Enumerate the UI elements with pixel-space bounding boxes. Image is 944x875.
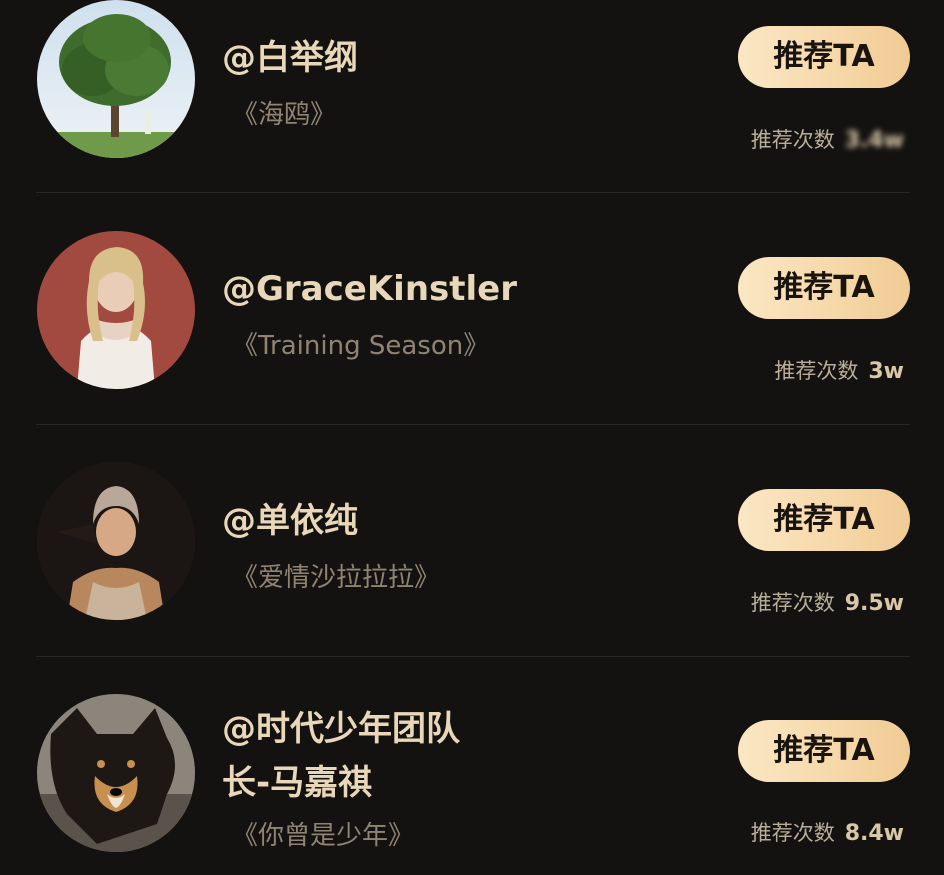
artist-name[interactable]: @单依纯 <box>222 494 358 548</box>
recommend-count-value: 8.4w <box>844 821 904 846</box>
recommend-button[interactable]: 推荐TA <box>738 489 910 551</box>
recommend-count-value: 3.4w <box>844 128 904 153</box>
recommend-count-label: 推荐次数 <box>750 591 835 615</box>
list-item: @单依纯 《爱情沙拉拉拉》 推荐TA 推荐次数 9.5w <box>0 425 944 657</box>
artist-recommend-list: @白举纲 《海鸥》 推荐TA 推荐次数 3.4w @GraceKinstler 《… <box>0 0 944 875</box>
song-title[interactable]: 《Training Season》 <box>232 328 489 364</box>
avatar-dog-image <box>37 694 195 852</box>
recommend-count-label: 推荐次数 <box>750 128 835 152</box>
recommend-count: 推荐次数 9.5w <box>751 586 904 622</box>
recommend-count: 推荐次数 3w <box>774 354 904 390</box>
recommend-button[interactable]: 推荐TA <box>738 720 910 782</box>
recommend-count: 推荐次数 3.4w <box>751 123 904 159</box>
list-item: @GraceKinstler 《Training Season》 推荐TA 推荐… <box>0 193 944 425</box>
avatar[interactable] <box>37 462 195 620</box>
song-title[interactable]: 《你曾是少年》 <box>232 818 414 854</box>
recommend-count-value: 3w <box>868 359 904 384</box>
song-title[interactable]: 《海鸥》 <box>232 97 336 133</box>
recommend-count-label: 推荐次数 <box>750 821 835 845</box>
list-item: @时代少年团队 长-马嘉祺 《你曾是少年》 推荐TA 推荐次数 8.4w <box>0 657 944 875</box>
recommend-button[interactable]: 推荐TA <box>738 257 910 319</box>
artist-name[interactable]: @GraceKinstler <box>222 262 517 316</box>
avatar-portrait-image <box>37 462 195 620</box>
recommend-button[interactable]: 推荐TA <box>738 26 910 88</box>
list-item: @白举纲 《海鸥》 推荐TA 推荐次数 3.4w <box>0 0 944 193</box>
avatar-tree-image <box>37 0 195 158</box>
avatar[interactable] <box>37 694 195 852</box>
artist-name-line-2[interactable]: 长-马嘉祺 <box>222 756 372 810</box>
artist-name-line-1[interactable]: @时代少年团队 <box>222 702 460 756</box>
song-title[interactable]: 《爱情沙拉拉拉》 <box>232 560 440 596</box>
recommend-count: 推荐次数 8.4w <box>751 816 904 852</box>
recommend-count-value: 9.5w <box>844 591 904 616</box>
recommend-count-label: 推荐次数 <box>774 359 859 383</box>
avatar-portrait-image <box>37 231 195 389</box>
avatar[interactable] <box>37 231 195 389</box>
avatar[interactable] <box>37 0 195 158</box>
artist-name[interactable]: @白举纲 <box>222 31 358 85</box>
